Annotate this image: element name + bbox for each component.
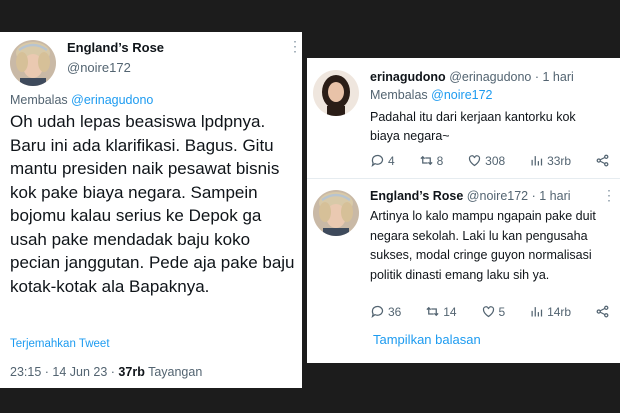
author-name[interactable]: erinagudono xyxy=(370,70,446,84)
author-handle[interactable]: @noire172 xyxy=(67,60,131,75)
author-name[interactable]: England’s Rose xyxy=(370,189,463,203)
like-button[interactable]: 308 xyxy=(467,153,505,168)
views-count: 14rb xyxy=(547,304,572,319)
reply-count: 36 xyxy=(388,304,402,319)
reply-icon xyxy=(371,154,384,168)
share-button[interactable] xyxy=(595,304,610,319)
reply-count: 4 xyxy=(388,153,395,168)
retweet-count: 14 xyxy=(443,304,457,319)
share-button[interactable] xyxy=(595,153,610,168)
avatar[interactable] xyxy=(313,70,359,116)
share-icon xyxy=(596,305,609,318)
reply-button[interactable]: 4 xyxy=(370,153,395,168)
reply-context: Membalas @noire172 xyxy=(370,88,493,102)
views-count: 33rb xyxy=(547,153,572,168)
views-label: Tayangan xyxy=(148,365,203,379)
main-tweet-card: England’s Rose @noire172 ⋮ Membalas @eri… xyxy=(0,32,302,388)
retweet-button[interactable]: 8 xyxy=(419,153,444,168)
tweet-meta: 23:15 · 14 Jun 23 · 37rb Tayangan xyxy=(10,365,202,379)
replies-card: erinagudono @erinagudono · 1 hari Membal… xyxy=(307,58,620,363)
more-options-icon[interactable]: ⋮ xyxy=(602,187,616,204)
tweet-text: Padahal itu dari kerjaan kantorku kok bi… xyxy=(370,110,576,143)
views-button[interactable]: 33rb xyxy=(529,153,571,168)
views-button[interactable]: 14rb xyxy=(529,304,571,319)
share-icon xyxy=(596,154,609,167)
heart-icon xyxy=(482,306,494,318)
avatar-image xyxy=(313,190,359,236)
timestamp[interactable]: 23:15 · 14 Jun 23 · xyxy=(10,365,115,379)
avatar-image xyxy=(10,40,56,86)
retweet-button[interactable]: 14 xyxy=(425,304,457,319)
tweet-text: Artinya lo kalo mampu ngapain pake duit … xyxy=(370,209,596,282)
author-name[interactable]: England’s Rose xyxy=(67,40,164,55)
reply-context: Membalas @erinagudono xyxy=(10,93,153,107)
like-count: 308 xyxy=(485,153,506,168)
reply-to-link[interactable]: @erinagudono xyxy=(71,93,153,107)
retweet-icon xyxy=(426,306,439,317)
author-handle[interactable]: @noire172 · 1 hari xyxy=(467,189,571,203)
reply-prefix: Membalas xyxy=(370,88,428,102)
reply-to-link[interactable]: @noire172 xyxy=(431,88,492,102)
avatar[interactable] xyxy=(313,190,359,236)
reply1-header: erinagudono @erinagudono · 1 hari xyxy=(370,70,574,84)
retweet-icon xyxy=(420,155,433,166)
like-count: 5 xyxy=(498,304,506,319)
divider xyxy=(307,178,620,179)
reply1-actions: 4 8 308 33rb xyxy=(370,153,610,168)
reply-prefix: Membalas xyxy=(10,93,68,107)
reply2-actions: 36 14 5 14rb xyxy=(370,304,610,319)
show-replies-link[interactable]: Tampilkan balasan xyxy=(373,332,481,347)
reply-icon xyxy=(371,305,384,319)
more-options-icon[interactable]: ⋮ xyxy=(288,38,302,55)
screenshot-frame: England’s Rose @noire172 ⋮ Membalas @eri… xyxy=(0,0,620,413)
analytics-icon xyxy=(531,307,543,317)
views-count: 37rb xyxy=(118,365,145,379)
translate-link[interactable]: Terjemahkan Tweet xyxy=(10,338,110,350)
like-button[interactable]: 5 xyxy=(481,304,506,319)
heart-icon xyxy=(469,155,481,167)
avatar[interactable] xyxy=(10,40,56,86)
retweet-count: 8 xyxy=(436,153,444,168)
analytics-icon xyxy=(531,156,543,166)
avatar-image xyxy=(313,70,359,116)
author-handle[interactable]: @erinagudono · 1 hari xyxy=(449,70,574,84)
tweet-text: Oh udah lepas beasiswa lpdpnya. Baru ini… xyxy=(10,112,295,296)
reply-button[interactable]: 36 xyxy=(370,304,401,319)
reply2-header: England’s Rose @noire172 · 1 hari xyxy=(370,189,571,203)
